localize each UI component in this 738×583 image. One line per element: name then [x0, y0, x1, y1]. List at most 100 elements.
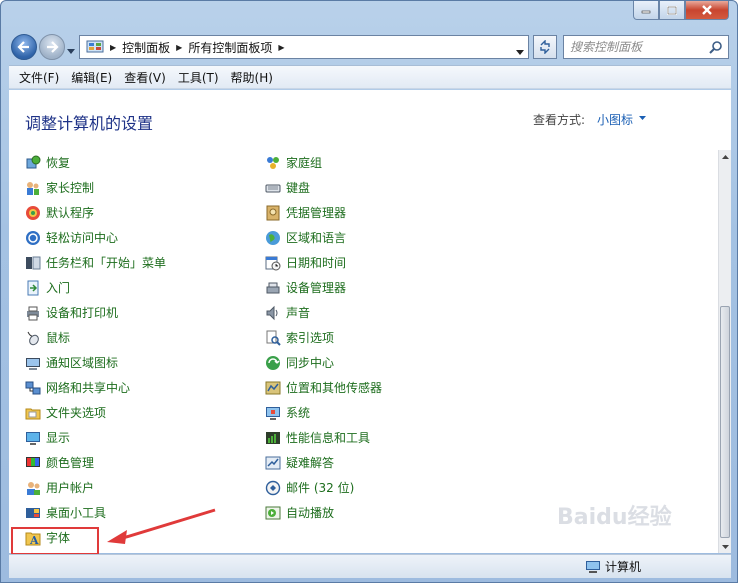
item-parental-controls[interactable]: 家长控制 — [25, 175, 166, 200]
scrollbar-thumb[interactable] — [720, 306, 730, 538]
scroll-down-button[interactable] — [719, 540, 731, 553]
breadcrumb-control-panel[interactable]: 控制面板 — [122, 39, 170, 56]
menu-edit[interactable]: 编辑(E) — [65, 69, 118, 86]
item-folder-options[interactable]: 文件夹选项 — [25, 400, 166, 425]
indexing-icon — [266, 330, 281, 346]
control-panel-icon — [86, 40, 104, 53]
window-frame: ▶ 控制面板 ▶ 所有控制面板项 ▶ 文件(F) 编辑(E) 查看(V) 工具(… — [0, 0, 738, 583]
item-default-programs[interactable]: 默认程序 — [25, 200, 166, 225]
desktop-gadgets-icon — [26, 507, 40, 518]
breadcrumb-all-items[interactable]: 所有控制面板项 — [188, 39, 272, 56]
user-accounts-icon — [27, 481, 40, 495]
system-icon — [266, 406, 280, 420]
refresh-icon — [540, 40, 550, 54]
item-sync-center[interactable]: 同步中心 — [265, 350, 382, 375]
homegroup-icon — [267, 156, 279, 169]
item-autoplay[interactable]: 自动播放 — [265, 500, 382, 525]
credential-manager-icon — [266, 205, 280, 220]
item-location-sensors[interactable]: 位置和其他传感器 — [265, 375, 382, 400]
item-devices-printers[interactable]: 设备和打印机 — [25, 300, 166, 325]
folder-icon — [25, 408, 41, 419]
view-by-label: 查看方式: — [533, 113, 586, 127]
breadcrumb-separator-icon[interactable]: ▶ — [278, 43, 284, 52]
menu-help[interactable]: 帮助(H) — [225, 69, 279, 86]
refresh-button[interactable] — [533, 35, 557, 59]
sensors-icon — [265, 381, 281, 394]
autoplay-icon — [265, 506, 281, 519]
forward-button[interactable] — [39, 34, 65, 60]
item-sound[interactable]: 声音 — [265, 300, 382, 325]
chevron-down-icon — [721, 544, 729, 549]
item-performance[interactable]: 性能信息和工具 — [265, 425, 382, 450]
view-by-dropdown[interactable]: 小图标 — [597, 111, 633, 128]
item-ease-of-access[interactable]: 轻松访问中心 — [25, 225, 166, 250]
item-troubleshooting[interactable]: 疑难解答 — [265, 450, 382, 475]
menu-file[interactable]: 文件(F) — [13, 69, 65, 86]
minimize-icon — [641, 10, 651, 14]
search-box[interactable] — [563, 35, 729, 59]
item-mail[interactable]: 邮件 (32 位) — [265, 475, 382, 500]
forward-arrow-icon — [47, 41, 59, 53]
scroll-up-button[interactable] — [719, 150, 731, 163]
status-bar: 计算机 — [9, 554, 731, 578]
breadcrumb-separator-icon[interactable]: ▶ — [110, 43, 116, 52]
item-user-accounts[interactable]: 用户帐户 — [25, 475, 166, 500]
search-input[interactable] — [564, 40, 704, 54]
item-indexing-options[interactable]: 索引选项 — [265, 325, 382, 350]
minimize-button[interactable] — [633, 1, 659, 20]
status-computer-label: 计算机 — [605, 560, 642, 574]
getting-started-icon — [27, 280, 39, 295]
taskbar-icon — [26, 256, 41, 269]
item-display[interactable]: 显示 — [25, 425, 166, 450]
back-arrow-icon — [17, 41, 29, 53]
troubleshooting-icon — [265, 456, 281, 469]
chevron-down-icon — [516, 50, 524, 55]
menu-view[interactable]: 查看(V) — [118, 69, 172, 86]
speaker-icon — [266, 305, 278, 320]
display-icon — [26, 431, 40, 445]
baidu-watermark: Baidu经验 — [557, 505, 672, 530]
ease-of-access-icon — [26, 230, 40, 245]
default-programs-icon — [26, 205, 40, 220]
breadcrumb-separator-icon[interactable]: ▶ — [176, 43, 182, 52]
item-device-manager[interactable]: 设备管理器 — [265, 275, 382, 300]
address-history-dropdown[interactable] — [516, 44, 524, 58]
close-button[interactable] — [685, 1, 729, 20]
items-column-left: 恢复 家长控制 默认程序 轻松访问中心 任务栏和「开始」菜单 入门 设备和打印机… — [25, 150, 166, 550]
search-icon[interactable] — [709, 40, 723, 54]
calendar-clock-icon — [265, 256, 281, 270]
close-icon — [702, 5, 712, 15]
items-column-right: 家庭组 键盘 凭据管理器 区域和语言 日期和时间 设备管理器 声音 索引选项 同… — [265, 150, 382, 525]
item-getting-started[interactable]: 入门 — [25, 275, 166, 300]
item-region-language[interactable]: 区域和语言 — [265, 225, 382, 250]
item-taskbar-start-menu[interactable]: 任务栏和「开始」菜单 — [25, 250, 166, 275]
vertical-scrollbar[interactable] — [718, 150, 731, 553]
item-network-sharing[interactable]: 网络和共享中心 — [25, 375, 166, 400]
address-bar[interactable]: ▶ 控制面板 ▶ 所有控制面板项 ▶ — [79, 35, 529, 59]
printer-icon — [27, 306, 39, 320]
computer-icon — [586, 560, 600, 573]
menu-tools[interactable]: 工具(T) — [172, 69, 225, 86]
maximize-button[interactable] — [659, 1, 685, 20]
annotation-arrow — [107, 508, 216, 544]
globe-icon — [266, 230, 280, 245]
item-credential-manager[interactable]: 凭据管理器 — [265, 200, 382, 225]
notification-area-icon — [26, 357, 40, 370]
item-system[interactable]: 系统 — [265, 400, 382, 425]
item-date-time[interactable]: 日期和时间 — [265, 250, 382, 275]
item-keyboard[interactable]: 键盘 — [265, 175, 382, 200]
item-mouse[interactable]: 鼠标 — [25, 325, 166, 350]
network-icon — [25, 381, 41, 394]
color-management-icon — [26, 456, 40, 467]
chevron-down-icon[interactable] — [639, 116, 646, 120]
chevron-up-icon — [721, 154, 729, 159]
item-notification-icons[interactable]: 通知区域图标 — [25, 350, 166, 375]
recent-pages-dropdown[interactable] — [67, 43, 75, 57]
item-homegroup[interactable]: 家庭组 — [265, 150, 382, 175]
page-title: 调整计算机的设置 — [25, 114, 154, 133]
item-color-management[interactable]: 颜色管理 — [25, 450, 166, 475]
device-manager-icon — [266, 282, 280, 293]
item-recovery[interactable]: 恢复 — [25, 150, 166, 175]
back-button[interactable] — [11, 34, 37, 60]
navigation-bar: ▶ 控制面板 ▶ 所有控制面板项 ▶ — [9, 29, 731, 63]
